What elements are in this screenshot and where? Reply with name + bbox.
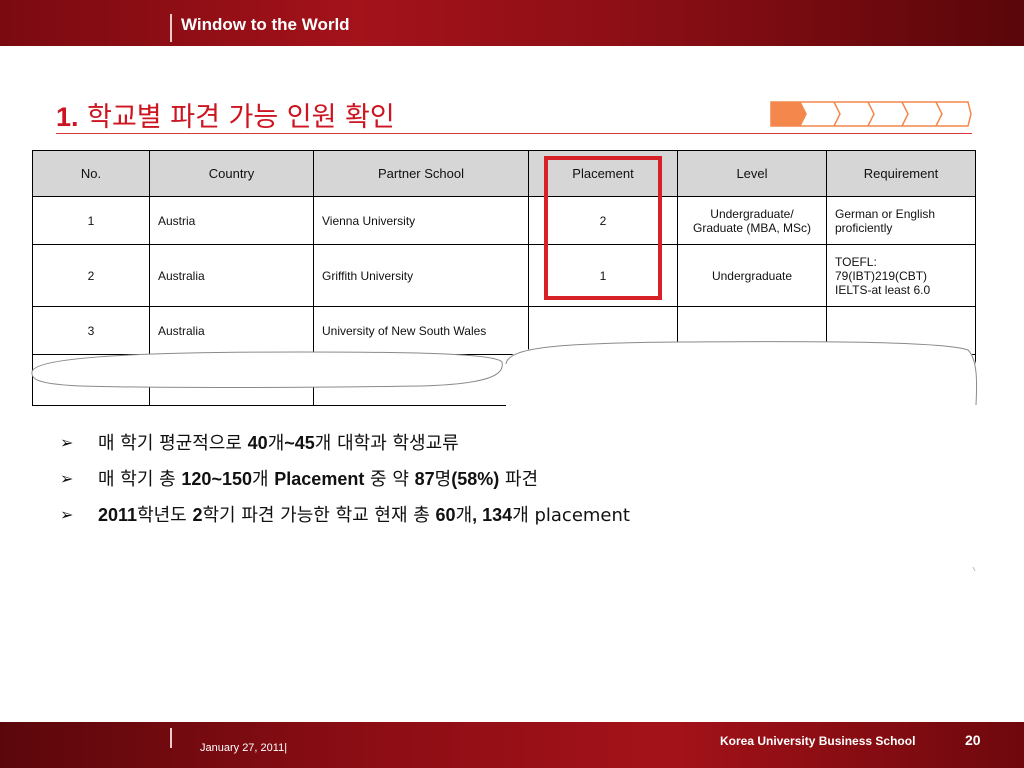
cell-country: Austria — [149, 196, 314, 245]
bullet-bold: 40 — [247, 433, 268, 453]
cell-no: 3 — [32, 306, 150, 355]
column-header-level: Level — [677, 150, 827, 197]
table-row — [32, 354, 976, 406]
table-row: 3 Australia University of New South Wale… — [32, 306, 976, 355]
progress-steps — [770, 101, 972, 127]
cell-requirement: TOEFL: 79(IBT)219(CBT) IELTS-at least 6.… — [826, 244, 976, 307]
cell-no: 1 — [32, 196, 150, 245]
table-row: 2 Australia Griffith University 1 Underg… — [32, 244, 976, 307]
column-header-country: Country — [149, 150, 314, 197]
cell-empty — [677, 354, 827, 406]
bullet-text: 학기 파견 가능한 학교 현재 총 — [202, 505, 436, 526]
arrow-bullet-icon: ➢ — [60, 469, 74, 488]
cell-no: 2 — [32, 244, 150, 307]
cell-level — [677, 306, 827, 355]
progress-step-chevron — [833, 101, 841, 127]
requirement-line: 79(IBT)219(CBT) — [835, 268, 928, 283]
bullet-bold: (58%) — [451, 469, 500, 489]
level-line: Undergraduate — [711, 268, 793, 283]
cell-partner-school: University of New South Wales — [313, 306, 529, 355]
bullet-bold: 120~150 — [181, 469, 252, 489]
table-header-row: No. Country Partner School Placement Lev… — [32, 150, 976, 197]
requirement-line: IELTS-at least 6.0 — [835, 282, 931, 297]
curled-paper-corner — [972, 566, 976, 572]
arrow-bullet-icon: ➢ — [60, 433, 74, 452]
bullet-text: 학년도 — [137, 505, 193, 526]
bullet-item: ➢ 매 학기 평균적으로 40개~45개 대학과 학생교류 — [60, 430, 630, 466]
column-header-requirement: Requirement — [826, 150, 976, 197]
requirement-line: proficiently — [835, 220, 893, 235]
table-row: 1 Austria Vienna University 2 Undergradu… — [32, 196, 976, 245]
bullet-list: ➢ 매 학기 평균적으로 40개~45개 대학과 학생교류 ➢ 매 학기 총 1… — [60, 430, 630, 538]
bullet-text: 개 대학과 학생교류 — [314, 433, 459, 454]
cell-requirement: German or English proficiently — [826, 196, 976, 245]
bullet-bold: 60 — [435, 505, 456, 525]
cell-country: Australia — [149, 306, 314, 355]
cell-partner-school: Griffith University — [313, 244, 529, 307]
cell-empty — [313, 354, 529, 406]
bullet-bold: 2 — [192, 505, 203, 525]
bullet-bold: 87 — [414, 469, 435, 489]
level-line: Undergraduate/ — [710, 206, 794, 221]
header-divider — [170, 14, 172, 42]
cell-level: Undergraduate — [677, 244, 827, 307]
cell-placement: 1 — [528, 244, 678, 307]
cell-placement — [528, 306, 678, 355]
progress-step-chevron — [935, 101, 943, 127]
bullet-bold: , 134 — [472, 505, 513, 525]
slide-heading: 1. 학교별 파견 가능 인원 확인 — [56, 95, 395, 134]
bullet-text: 개 — [455, 505, 473, 526]
header-title: Window to the World — [181, 15, 350, 34]
column-header-no: No. — [32, 150, 150, 197]
bullet-text: 중 약 — [364, 469, 415, 490]
heading-number: 1. — [56, 102, 79, 132]
bullet-text: 매 학기 총 — [98, 469, 182, 490]
bullet-text: 명 — [434, 469, 452, 490]
bullet-text: 파견 — [499, 469, 539, 490]
progress-step-active — [770, 101, 807, 127]
footer-date: January 27, 2011| — [200, 742, 288, 754]
cell-empty — [149, 354, 314, 406]
cell-empty — [826, 354, 976, 406]
footer-school-name: Korea University Business School — [720, 734, 916, 748]
cell-level: Undergraduate/ Graduate (MBA, MSc) — [677, 196, 827, 245]
progress-step-outline — [800, 101, 972, 127]
cell-placement: 2 — [528, 196, 678, 245]
bullet-bold: 2011 — [98, 505, 138, 525]
arrow-bullet-icon: ➢ — [60, 505, 74, 524]
progress-step-chevron — [901, 101, 909, 127]
level-line: Graduate (MBA, MSc) — [692, 220, 812, 235]
progress-step-chevron — [867, 101, 875, 127]
bullet-bold: Placement — [274, 469, 365, 489]
footer-divider — [170, 728, 172, 748]
bullet-bold: ~45 — [284, 433, 315, 453]
partner-table: No. Country Partner School Placement Lev… — [32, 150, 976, 406]
progress-steps-graphic — [770, 101, 972, 127]
footer-bar: January 27, 2011| Korea University Busin… — [0, 722, 1024, 768]
bullet-item: ➢ 매 학기 총 120~150개 Placement 중 약 87명(58%)… — [60, 466, 630, 502]
cell-country: Australia — [149, 244, 314, 307]
requirement-line: German or English — [835, 206, 936, 221]
bullet-text: 개 — [267, 433, 285, 454]
column-header-placement: Placement — [528, 150, 678, 197]
bullet-item: ➢ 2011학년도 2학기 파견 가능한 학교 현재 총 60개, 134개 p… — [60, 502, 630, 538]
cell-partner-school: Vienna University — [313, 196, 529, 245]
cell-requirement — [826, 306, 976, 355]
cell-empty — [32, 354, 150, 406]
header-bar: Window to the World — [0, 0, 1024, 46]
cell-empty — [528, 354, 678, 406]
bullet-text: 개 — [251, 469, 275, 490]
page-number: 20 — [965, 732, 981, 748]
column-header-partner-school: Partner School — [313, 150, 529, 197]
bullet-text: 개 placement — [512, 505, 630, 526]
heading-divider — [56, 133, 972, 134]
requirement-line: TOEFL: — [835, 254, 877, 269]
heading-text: 학교별 파견 가능 인원 확인 — [87, 102, 395, 133]
bullet-text: 매 학기 평균적으로 — [98, 433, 248, 454]
